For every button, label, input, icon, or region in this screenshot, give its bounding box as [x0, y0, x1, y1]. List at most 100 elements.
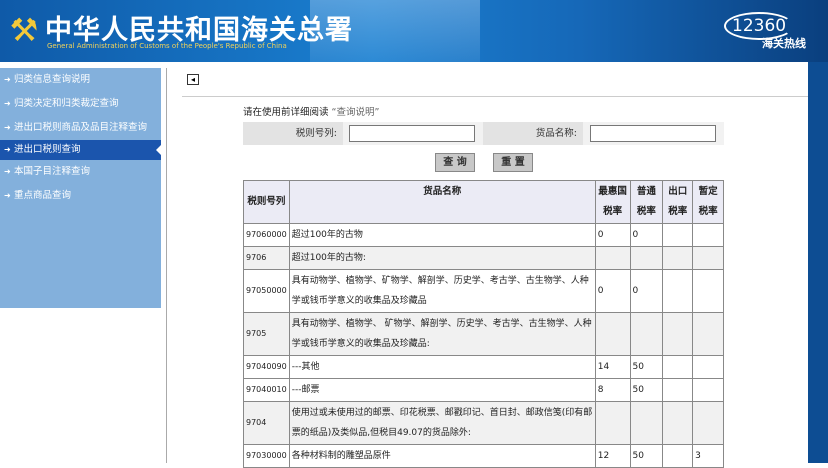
site-header: ⚒ 中华人民共和国海关总署 General Administration of …	[0, 0, 828, 62]
sidebar-item-label: 重点商品查询	[14, 190, 72, 201]
page-background	[808, 62, 828, 463]
goods-name-cell: 各种材料制的雕塑品原件	[288, 444, 596, 468]
query-instructions-link[interactable]: “查询说明”	[332, 107, 380, 118]
search-form: 税则号列: 货品名称:	[243, 122, 724, 145]
tariff-code-cell: 97030000	[243, 444, 290, 468]
table-row[interactable]: 97050000 具有动物学、植物学、矿物学、解剖学、历史学、考古学、古生物学、人…	[243, 269, 724, 313]
general-rate-cell	[629, 312, 664, 356]
goods-name-cell: ---邮票	[288, 378, 596, 402]
tariff-number-label: 税则号列:	[243, 122, 343, 145]
table-row[interactable]: 97060000 超过100年的古物 0 0	[243, 223, 724, 247]
sidebar-item-label: 归类决定和归类裁定查询	[14, 98, 119, 109]
tariff-table: 税则号列 货品名称 最惠国税率 普通税率 出口税率 暂定税率 97060000 超…	[243, 180, 724, 468]
provisional-rate-cell	[692, 269, 724, 313]
arrow-icon: ➜	[4, 191, 11, 200]
goods-name-cell: 超过100年的古物:	[288, 246, 596, 270]
sidebar-item-tariff-query[interactable]: ➜ 进出口税则查询	[0, 140, 161, 160]
provisional-rate-cell	[692, 246, 724, 270]
column-header: 货品名称	[288, 180, 596, 224]
export-rate-cell	[662, 269, 694, 313]
collapse-sidebar-icon[interactable]: ◂	[187, 74, 199, 85]
customs-emblem-icon: ⚒	[9, 11, 39, 49]
export-rate-cell	[662, 312, 694, 356]
column-header: 暂定税率	[692, 180, 724, 224]
goods-name-label: 货品名称:	[483, 122, 583, 145]
table-row[interactable]: 97030000 各种材料制的雕塑品原件 12 50 3	[243, 444, 724, 468]
table-row[interactable]: 9704 使用过或未使用过的邮票、印花税票、邮戳印记、首日封、邮政信笺(印有邮票的…	[243, 401, 724, 445]
goods-name-cell: 具有动物学、植物学、 矿物学、解剖学、历史学、考古学、古生物学、人种学或钱币学意…	[288, 312, 596, 356]
provisional-rate-cell	[692, 355, 724, 379]
export-rate-cell	[662, 378, 694, 402]
general-rate-cell: 50	[629, 444, 664, 468]
arrow-icon: ➜	[4, 75, 11, 84]
general-rate-cell: 0	[629, 223, 664, 247]
provisional-rate-cell	[692, 312, 724, 356]
tariff-code-cell: 97040010	[243, 378, 290, 402]
sidebar-item-label: 进出口税则查询	[14, 144, 81, 155]
column-header: 最惠国税率	[594, 180, 631, 224]
sidebar-item-tariff-notes[interactable]: ➜ 进出口税则商品及品目注释查询	[0, 118, 161, 138]
site-subtitle: General Administration of Customs of the…	[47, 42, 287, 50]
provisional-rate-cell	[692, 223, 724, 247]
hotline-label: 海关热线	[762, 37, 806, 50]
table-row[interactable]: 9706 超过100年的古物:	[243, 246, 724, 270]
sidebar: ➜ 归类信息查询说明 ➜ 归类决定和归类裁定查询 ➜ 进出口税则商品及品目注释查询 ➜…	[0, 68, 161, 308]
mfn-rate-cell: 0	[594, 269, 631, 313]
export-rate-cell	[662, 355, 694, 379]
tariff-code-cell: 97050000	[243, 269, 290, 313]
mfn-rate-cell: 14	[594, 355, 631, 379]
sidebar-item-subheading-notes[interactable]: ➜ 本国子目注释查询	[0, 162, 161, 182]
arrow-icon: ➜	[4, 145, 11, 154]
sidebar-item-label: 进出口税则商品及品目注释查询	[14, 122, 148, 133]
general-rate-cell: 50	[629, 378, 664, 402]
general-rate-cell: 50	[629, 355, 664, 379]
goods-name-input[interactable]	[590, 125, 716, 142]
table-row[interactable]: 97040090 ---其他 14 50	[243, 355, 724, 379]
arrow-icon: ➜	[4, 99, 11, 108]
mfn-rate-cell	[594, 401, 631, 445]
export-rate-cell	[662, 444, 694, 468]
column-header: 普通税率	[629, 180, 664, 224]
column-header: 税则号列	[243, 180, 290, 224]
notice-text: 请在使用前详细阅读	[243, 107, 329, 118]
hotline-logo[interactable]: 12360 海关热线	[718, 8, 808, 53]
provisional-rate-cell	[692, 401, 724, 445]
general-rate-cell	[629, 401, 664, 445]
tariff-number-input[interactable]	[349, 125, 475, 142]
goods-name-cell: 具有动物学、植物学、矿物学、解剖学、历史学、考古学、古生物学、人种学或钱币学意义…	[288, 269, 596, 313]
tariff-code-cell: 9705	[243, 312, 290, 356]
sidebar-item-key-goods[interactable]: ➜ 重点商品查询	[0, 186, 161, 206]
export-rate-cell	[662, 223, 694, 247]
mfn-rate-cell	[594, 246, 631, 270]
divider	[166, 68, 167, 463]
divider	[182, 96, 808, 97]
query-button[interactable]: 查 询	[435, 153, 475, 172]
reset-button[interactable]: 重 置	[493, 153, 533, 172]
tariff-code-cell: 97060000	[243, 223, 290, 247]
table-row[interactable]: 9705 具有动物学、植物学、 矿物学、解剖学、历史学、考古学、古生物学、人种学或…	[243, 312, 724, 356]
tariff-code-cell: 97040090	[243, 355, 290, 379]
column-header: 出口税率	[662, 180, 694, 224]
provisional-rate-cell: 3	[692, 444, 724, 468]
goods-name-cell: ---其他	[288, 355, 596, 379]
export-rate-cell	[662, 246, 694, 270]
export-rate-cell	[662, 401, 694, 445]
tariff-code-cell: 9704	[243, 401, 290, 445]
goods-name-cell: 使用过或未使用过的邮票、印花税票、邮戳印记、首日封、邮政信笺(印有邮票的纸品)及…	[288, 401, 596, 445]
table-row[interactable]: 97040010 ---邮票 8 50	[243, 378, 724, 402]
mfn-rate-cell: 8	[594, 378, 631, 402]
arrow-icon: ➜	[4, 123, 11, 132]
general-rate-cell	[629, 246, 664, 270]
mfn-rate-cell: 0	[594, 223, 631, 247]
mfn-rate-cell: 12	[594, 444, 631, 468]
mfn-rate-cell	[594, 312, 631, 356]
sidebar-item-classification-info[interactable]: ➜ 归类信息查询说明	[0, 70, 161, 90]
general-rate-cell: 0	[629, 269, 664, 313]
sidebar-item-classification-decisions[interactable]: ➜ 归类决定和归类裁定查询	[0, 94, 161, 114]
arrow-icon: ➜	[4, 167, 11, 176]
sidebar-item-label: 本国子目注释查询	[14, 166, 91, 177]
tariff-code-cell: 9706	[243, 246, 290, 270]
table-header-row: 税则号列 货品名称 最惠国税率 普通税率 出口税率 暂定税率	[243, 180, 724, 224]
goods-name-cell: 超过100年的古物	[288, 223, 596, 247]
provisional-rate-cell	[692, 378, 724, 402]
